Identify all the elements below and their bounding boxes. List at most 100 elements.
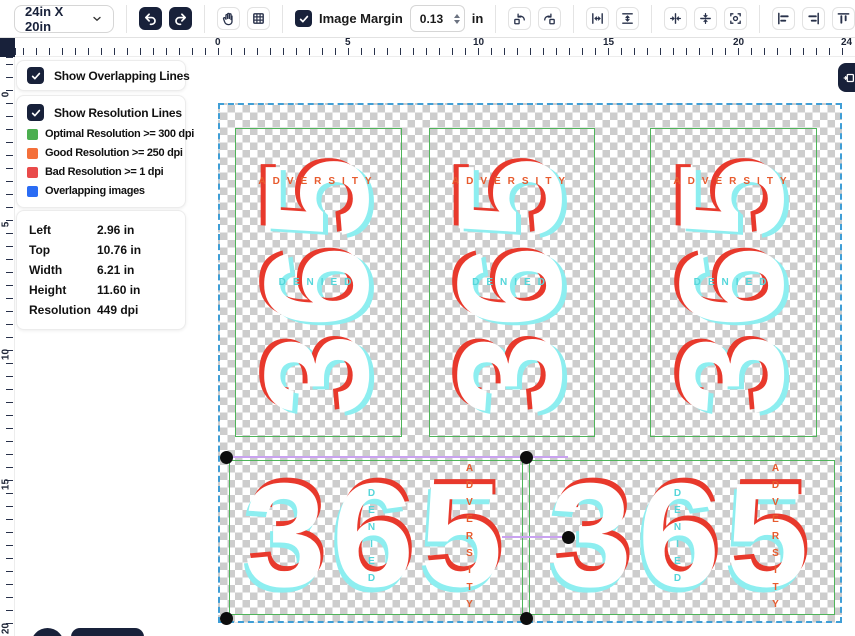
design-artwork: 365 DENIED ADVERSITY (226, 461, 526, 616)
ruler-label: 10 (473, 37, 484, 48)
unit-label: in (472, 11, 484, 26)
image-margin-checkbox[interactable] (295, 10, 312, 27)
good-resolution-label: Good Resolution >= 250 dpi (45, 147, 183, 159)
info-top-label: Top (29, 243, 97, 257)
bad-resolution-swatch (27, 167, 38, 178)
align-left-button[interactable] (772, 7, 795, 30)
horizontal-ruler: 0 5 10 15 20 24 (15, 36, 855, 57)
ruler-label: 0 (1, 88, 12, 102)
toolbar-divider (126, 5, 127, 33)
selection-handle-top-left[interactable] (220, 451, 233, 464)
info-left-value: 2.96 in (97, 223, 134, 237)
toolbar-divider (282, 5, 283, 33)
ruler-label: 20 (733, 37, 744, 48)
align-right-button[interactable] (802, 7, 825, 30)
redo-icon (173, 11, 188, 26)
selection-handle-bottom-left[interactable] (220, 612, 233, 625)
selection-handle-bottom-right[interactable] (520, 612, 533, 625)
ruler-label: 0 (215, 37, 221, 48)
design-image[interactable]: 365 ADVERSITY DENIED (650, 128, 817, 437)
design-word-denied: DENIED (672, 486, 683, 591)
show-resolution-lines-checkbox[interactable] (27, 104, 44, 121)
design-word-adversity: ADVERSITY (651, 176, 816, 187)
check-icon (298, 13, 310, 25)
design-image[interactable]: 365 DENIED ADVERSITY (529, 460, 835, 615)
pan-tool-button[interactable] (217, 7, 240, 30)
info-resolution-value: 449 dpi (97, 303, 138, 317)
toolbar-divider (759, 5, 760, 33)
overlapping-lines-card: Show Overlapping Lines (16, 60, 186, 91)
space-vertically-button[interactable] (616, 7, 639, 30)
overlapping-images-swatch (27, 186, 38, 197)
design-word-adversity: ADVERSITY (770, 463, 781, 614)
good-resolution-swatch (27, 148, 38, 159)
ruler-label: 10 (1, 348, 12, 362)
selection-handle-top-right[interactable] (520, 451, 533, 464)
design-artwork: 365 DENIED ADVERSITY (532, 461, 832, 616)
action-button[interactable] (71, 628, 144, 636)
image-margin-input[interactable] (420, 12, 450, 26)
collapse-panel-button[interactable] (838, 63, 855, 92)
stepper[interactable] (454, 14, 460, 24)
vertical-ruler: 0 5 10 15 20 (0, 57, 15, 636)
info-width-label: Width (29, 263, 97, 277)
show-resolution-lines-label: Show Resolution Lines (54, 106, 182, 120)
hand-icon (221, 11, 236, 26)
show-overlapping-lines-checkbox[interactable] (27, 67, 44, 84)
horizontal-ruler-ticks (15, 48, 855, 55)
align-right-icon (806, 11, 821, 26)
ruler-label: 5 (345, 37, 351, 48)
panel-collapse-icon (842, 71, 855, 85)
align-top-icon (836, 11, 851, 26)
ruler-label: 5 (1, 218, 12, 232)
rotate-cw-icon (542, 11, 557, 26)
toolbar-divider (651, 5, 652, 33)
sheet-size-dropdown[interactable]: 24in X 20in (14, 5, 114, 33)
overlap-line (226, 456, 568, 458)
design-image[interactable]: 365 ADVERSITY DENIED (429, 128, 595, 437)
horizontal-spacing-icon (590, 11, 605, 26)
image-margin-input-wrap (410, 5, 465, 32)
space-horizontally-button[interactable] (586, 7, 609, 30)
align-top-button[interactable] (832, 7, 855, 30)
check-icon (30, 107, 42, 119)
center-horizontal-button[interactable] (664, 7, 687, 30)
redo-button[interactable] (169, 7, 192, 30)
grid-toggle-button[interactable] (247, 7, 270, 30)
toolbar-divider (573, 5, 574, 33)
ruler-label: 15 (1, 478, 12, 492)
resolution-lines-card: Show Resolution Lines Optimal Resolution… (16, 95, 186, 208)
selection-handle-mid[interactable] (562, 531, 575, 544)
stepper-down-icon[interactable] (454, 20, 460, 24)
design-word-adversity: ADVERSITY (236, 176, 401, 187)
design-image[interactable]: 365 ADVERSITY DENIED (235, 128, 402, 437)
design-image-selected[interactable]: 365 DENIED ADVERSITY (229, 460, 523, 615)
design-word-denied: DENIED (236, 277, 401, 288)
grid-icon (251, 11, 266, 26)
undo-button[interactable] (139, 7, 162, 30)
rotate-cw-button[interactable] (538, 7, 561, 30)
check-icon (30, 70, 42, 82)
design-word-denied: DENIED (651, 277, 816, 288)
design-word-denied: DENIED (430, 277, 594, 288)
bad-resolution-label: Bad Resolution >= 1 dpi (45, 166, 163, 178)
ruler-label: 24 (841, 37, 852, 48)
center-vertical-button[interactable] (694, 7, 717, 30)
center-horizontal-icon (668, 11, 683, 26)
center-vertical-icon (698, 11, 713, 26)
info-height-value: 11.60 in (97, 283, 140, 297)
sheet-size-value: 24in X 20in (25, 4, 83, 34)
overlap-line (502, 536, 568, 538)
toolbar-divider (495, 5, 496, 33)
info-left-label: Left (29, 223, 97, 237)
undo-icon (143, 11, 158, 26)
gang-sheet[interactable]: 365 ADVERSITY DENIED 365 ADVERSITY DENIE… (218, 103, 842, 623)
center-on-sheet-button[interactable] (724, 7, 747, 30)
ruler-corner (0, 36, 15, 57)
overlapping-images-label: Overlapping images (45, 185, 145, 197)
rotate-ccw-button[interactable] (508, 7, 531, 30)
optimal-resolution-label: Optimal Resolution >= 300 dpi (45, 128, 194, 140)
info-top-value: 10.76 in (97, 243, 141, 257)
chevron-down-icon (91, 13, 103, 25)
stepper-up-icon[interactable] (454, 14, 460, 18)
